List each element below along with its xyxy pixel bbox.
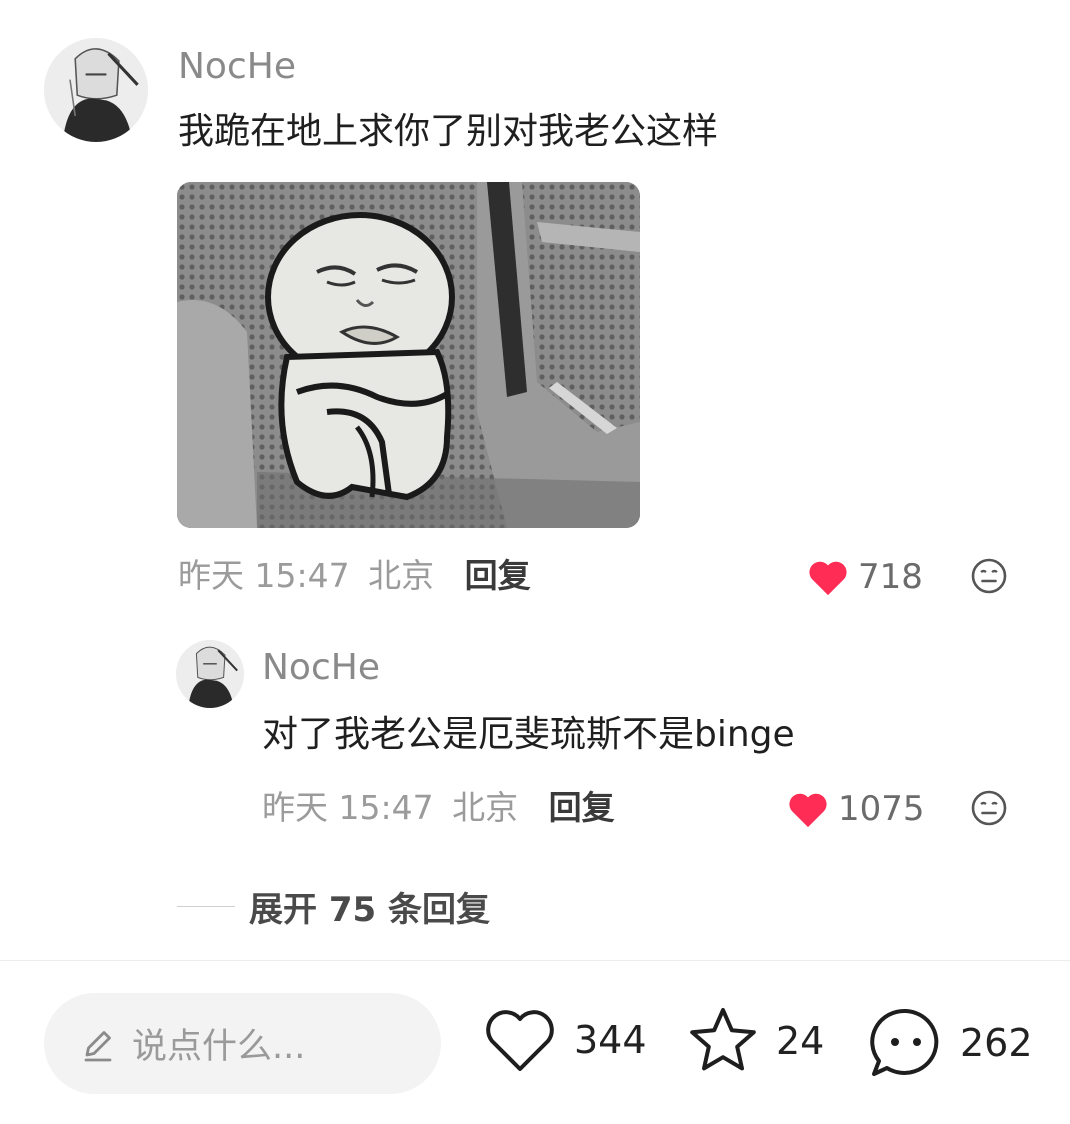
heart-filled-icon	[809, 561, 847, 596]
like-button[interactable]: 344	[482, 1005, 647, 1075]
expand-divider	[177, 906, 235, 907]
heart-outline-icon	[486, 1010, 554, 1071]
comment-location: 北京	[368, 556, 435, 595]
reply-meta: 昨天 15:47 北京 回复	[262, 791, 615, 824]
reply-reaction-button[interactable]	[970, 789, 1008, 827]
comment-meta: 昨天 15:47 北京 回复	[178, 559, 531, 592]
comment-text: 我跪在地上求你了别对我老公这样	[178, 111, 719, 152]
reply-avatar[interactable]	[176, 640, 244, 708]
avatar-image	[176, 640, 244, 708]
bottom-bar-divider	[0, 960, 1070, 961]
favorite-count: 24	[776, 1019, 825, 1063]
like-count: 344	[574, 1018, 647, 1062]
sticker-drawing	[177, 182, 640, 528]
comment-input-placeholder: 说点什么...	[132, 1027, 306, 1067]
avatar[interactable]	[44, 38, 148, 142]
comment-like-button[interactable]: 718	[806, 557, 923, 597]
comment-button[interactable]: 262	[868, 1005, 1033, 1081]
comment-reply-button[interactable]: 回复	[465, 556, 531, 595]
neutral-face-icon	[971, 790, 1007, 826]
comment-username[interactable]: NocHe	[178, 49, 296, 85]
reply-time: 昨天 15:47	[262, 788, 434, 827]
star-outline-icon	[690, 1008, 756, 1071]
pencil-icon	[84, 1030, 112, 1061]
reply-text: 对了我老公是厄斐琉斯不是binge	[262, 714, 795, 755]
comment-reaction-button[interactable]	[970, 557, 1008, 595]
reply-like-count: 1075	[838, 789, 925, 829]
avatar-image	[44, 38, 148, 142]
comment-time: 昨天 15:47	[178, 556, 350, 595]
reply-reply-button[interactable]: 回复	[549, 788, 615, 827]
neutral-face-icon	[971, 558, 1007, 594]
comment-input[interactable]: 说点什么...	[44, 993, 441, 1094]
sticker-image[interactable]	[177, 182, 640, 528]
favorite-button[interactable]: 24	[686, 1005, 824, 1077]
expand-replies-button[interactable]: 展开 75 条回复	[177, 882, 490, 931]
reply-location: 北京	[452, 788, 519, 827]
reply-like-button[interactable]: 1075	[786, 789, 925, 829]
comment-thread: NocHe 我跪在地上求你了别对我老公这样 昨天 15:47 北京 回复 718…	[0, 0, 1070, 1124]
chat-bubble-icon	[870, 1008, 939, 1076]
expand-replies-label: 展开 75 条回复	[249, 890, 490, 930]
comment-like-count: 718	[858, 557, 923, 597]
reply-username[interactable]: NocHe	[262, 650, 380, 686]
comment-count: 262	[960, 1021, 1033, 1065]
heart-filled-icon	[789, 793, 827, 828]
